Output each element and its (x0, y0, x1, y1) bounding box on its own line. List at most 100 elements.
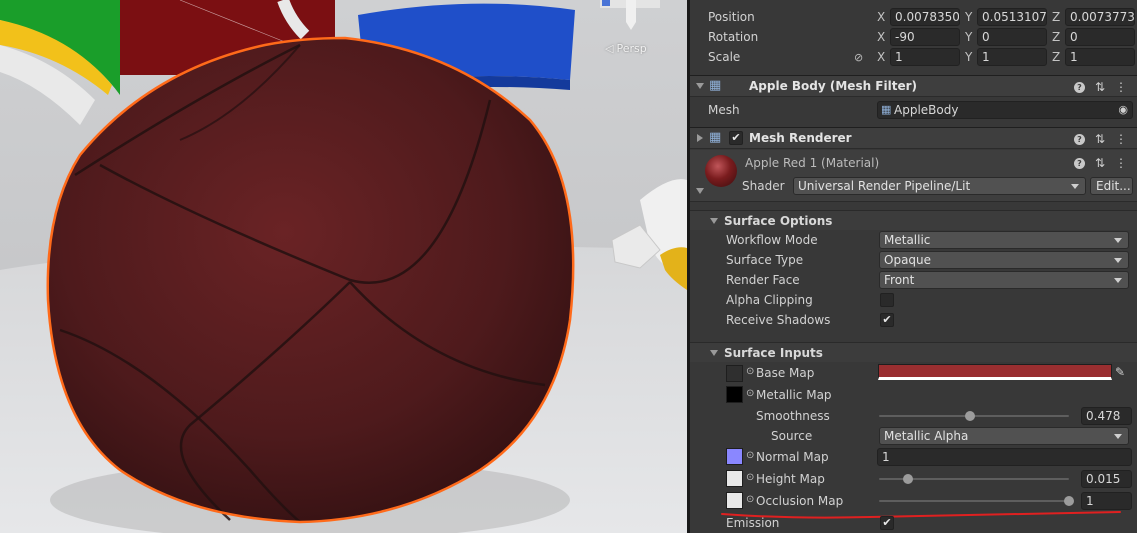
alpha-clipping-checkbox[interactable] (880, 293, 894, 307)
position-label: Position (708, 10, 755, 24)
render-face-value: Front (884, 273, 915, 287)
position-y-axis[interactable]: Y (965, 10, 972, 24)
surface-type-dropdown[interactable]: Opaque (879, 251, 1129, 269)
scene-render (0, 0, 687, 533)
help-icon[interactable]: ? (1073, 157, 1085, 169)
metallic-map-row: ⊙ Metallic Map (690, 385, 1137, 405)
receive-shadows-checkbox[interactable]: ✔ (880, 313, 894, 327)
position-z-axis[interactable]: Z (1052, 10, 1060, 24)
texture-picker-icon[interactable]: ⊙ (746, 388, 754, 399)
render-face-label: Render Face (726, 273, 800, 287)
base-map-row: ⊙ Base Map ✎ (690, 363, 1137, 383)
surface-options-header[interactable]: Surface Options (690, 210, 1137, 230)
more-options-icon[interactable]: ⋮ (1115, 80, 1127, 94)
help-icon[interactable]: ? (1073, 81, 1085, 93)
render-face-dropdown[interactable]: Front (879, 271, 1129, 289)
receive-shadows-row: Receive Shadows ✔ (690, 310, 1137, 330)
material-header: Apple Red 1 (Material) ? ⇅ ⋮ Shader Univ… (690, 150, 1137, 202)
preset-icon[interactable]: ⇅ (1095, 156, 1105, 170)
position-x-field[interactable]: 0.0078350 (890, 8, 960, 26)
mesh-filter-header[interactable]: ▦ Apple Body (Mesh Filter) ? ⇅ ⋮ (690, 75, 1137, 97)
workflow-mode-dropdown[interactable]: Metallic (879, 231, 1129, 249)
mesh-renderer-title: Mesh Renderer (749, 131, 852, 145)
rotation-x-axis[interactable]: X (877, 30, 885, 44)
scale-y-axis[interactable]: Y (965, 50, 972, 64)
texture-picker-icon[interactable]: ⊙ (746, 494, 754, 505)
scale-y-field[interactable]: 1 (977, 48, 1047, 66)
height-map-texture-slot[interactable] (726, 470, 743, 487)
help-icon[interactable]: ? (1073, 133, 1085, 145)
smoothness-label: Smoothness (756, 409, 830, 423)
rotation-x-field[interactable]: -90 (890, 28, 960, 46)
position-z-field[interactable]: 0.0073773 (1065, 8, 1135, 26)
surface-type-value: Opaque (884, 253, 932, 267)
material-foldout-icon[interactable] (696, 188, 704, 194)
object-picker-icon[interactable]: ◉ (1118, 102, 1128, 118)
position-y-field[interactable]: 0.0513107 (977, 8, 1047, 26)
surface-options-foldout-icon[interactable] (710, 218, 718, 224)
perspective-label: Persp (616, 42, 647, 55)
emission-checkbox[interactable]: ✔ (880, 516, 894, 530)
mesh-filter-title: Apple Body (Mesh Filter) (749, 79, 918, 93)
height-map-field[interactable]: 0.015 (1081, 470, 1132, 488)
surface-inputs-header[interactable]: Surface Inputs (690, 342, 1137, 362)
mesh-asset-icon: ▦ (881, 103, 892, 116)
eyedropper-icon[interactable]: ✎ (1115, 365, 1125, 379)
scale-z-axis[interactable]: Z (1052, 50, 1060, 64)
source-row: Source Metallic Alpha (690, 426, 1137, 446)
material-preview-sphere (705, 155, 737, 187)
scale-z-field[interactable]: 1 (1065, 48, 1135, 66)
texture-picker-icon[interactable]: ⊙ (746, 366, 754, 377)
workflow-mode-value: Metallic (884, 233, 931, 247)
source-dropdown[interactable]: Metallic Alpha (879, 427, 1129, 445)
normal-map-label: Normal Map (756, 450, 829, 464)
normal-map-strength-field[interactable]: 1 (877, 448, 1132, 466)
constrain-proportions-icon[interactable]: ⊘ (854, 51, 863, 64)
rotation-z-field[interactable]: 0 (1065, 28, 1135, 46)
occlusion-map-slider-track[interactable] (879, 500, 1069, 502)
view-mode-label[interactable]: ◁ Persp (605, 42, 647, 55)
mesh-object-field[interactable]: ▦ AppleBody ◉ (877, 101, 1133, 119)
position-x-axis[interactable]: X (877, 10, 885, 24)
metallic-map-texture-slot[interactable] (726, 386, 743, 403)
mesh-renderer-header[interactable]: ▦ ✔ Mesh Renderer ? ⇅ ⋮ (690, 127, 1137, 149)
height-map-slider-thumb[interactable] (902, 474, 913, 484)
base-map-texture-slot[interactable] (726, 365, 743, 382)
smoothness-slider-thumb[interactable] (964, 411, 975, 421)
mesh-renderer-foldout-icon[interactable] (697, 134, 703, 142)
surface-type-row: Surface Type Opaque (690, 250, 1137, 270)
chevron-down-icon (1114, 434, 1122, 439)
scene-view[interactable]: ◁ Persp (0, 0, 687, 533)
base-map-label: Base Map (756, 366, 815, 380)
perspective-icon: ◁ (605, 42, 614, 55)
smoothness-row: Smoothness 0.478 (690, 406, 1137, 426)
chevron-down-icon (1114, 238, 1122, 243)
source-label: Source (771, 429, 813, 443)
mesh-renderer-enabled-checkbox[interactable]: ✔ (729, 131, 743, 145)
rotation-y-field[interactable]: 0 (977, 28, 1047, 46)
texture-picker-icon[interactable]: ⊙ (746, 450, 754, 461)
surface-inputs-foldout-icon[interactable] (710, 350, 718, 356)
emission-row: Emission ✔ (690, 513, 1137, 533)
chevron-down-icon (1071, 184, 1079, 189)
render-face-row: Render Face Front (690, 270, 1137, 290)
preset-icon[interactable]: ⇅ (1095, 132, 1105, 146)
smoothness-field[interactable]: 0.478 (1081, 407, 1132, 425)
preset-icon[interactable]: ⇅ (1095, 80, 1105, 94)
more-options-icon[interactable]: ⋮ (1115, 132, 1127, 146)
rotation-y-axis[interactable]: Y (965, 30, 972, 44)
metallic-map-label: Metallic Map (756, 388, 832, 402)
workflow-mode-label: Workflow Mode (726, 233, 818, 247)
base-map-color-field[interactable] (878, 364, 1112, 380)
rotation-z-axis[interactable]: Z (1052, 30, 1060, 44)
scale-row: Scale ⊘ X 1 Y 1 Z 1 (690, 47, 1137, 67)
scale-x-axis[interactable]: X (877, 50, 885, 64)
normal-map-texture-slot[interactable] (726, 448, 743, 465)
texture-picker-icon[interactable]: ⊙ (746, 472, 754, 483)
shader-edit-button[interactable]: Edit... (1090, 177, 1133, 195)
shader-dropdown[interactable]: Universal Render Pipeline/Lit (793, 177, 1086, 195)
mesh-filter-foldout-icon[interactable] (696, 83, 704, 89)
more-options-icon[interactable]: ⋮ (1115, 156, 1127, 170)
scale-x-field[interactable]: 1 (890, 48, 960, 66)
material-name: Apple Red 1 (Material) (745, 156, 880, 170)
